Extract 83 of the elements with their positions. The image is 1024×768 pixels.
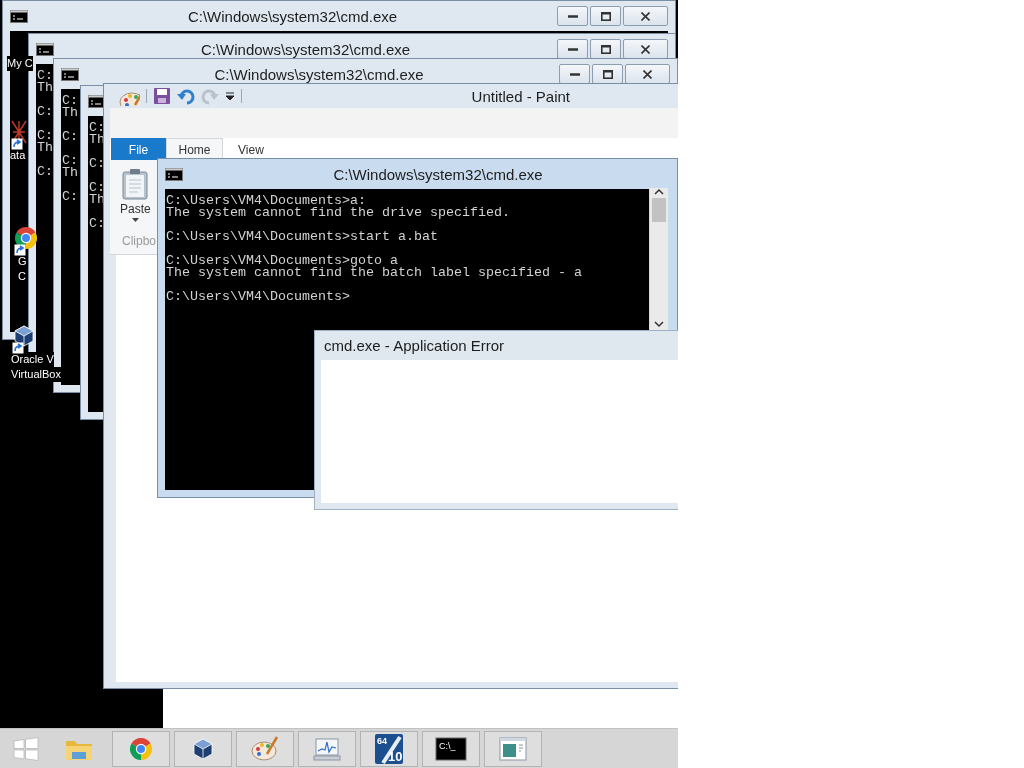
console-line: Th	[62, 107, 78, 119]
window-title: Untitled - Paint	[471, 87, 571, 105]
console-icon	[36, 42, 54, 56]
console-line: C:	[62, 131, 78, 143]
window-title: C:\Windows\system32\cmd.exe	[187, 7, 398, 25]
taskbar-button[interactable]	[174, 730, 232, 767]
icon-label[interactable]: My C	[7, 56, 33, 71]
maximize-icon	[602, 69, 613, 79]
console-line: C:\Users\VM4\Documents>a:	[166, 195, 366, 207]
console-line: C:	[89, 122, 105, 134]
taskbar-button[interactable]: C:\_	[422, 730, 480, 767]
console-line: C:	[89, 218, 105, 230]
ribbon-tab[interactable]: Home	[166, 138, 223, 160]
minimize-button[interactable]	[557, 39, 588, 59]
console-icon	[165, 167, 183, 181]
window-title: C:\Windows\system32\cmd.exe	[333, 165, 543, 183]
console-line: The system cannot find the drive specified.	[166, 207, 510, 219]
close-icon	[643, 69, 652, 79]
console-line: The system cannot find the batch label specified - a	[166, 267, 582, 279]
icon-text: 10	[388, 748, 403, 764]
console-line: C:	[62, 95, 78, 107]
minimize-icon	[567, 14, 578, 18]
maximize-icon	[600, 44, 611, 54]
icon-text: C:\_	[439, 740, 456, 751]
close-button[interactable]	[625, 64, 670, 84]
cube-icon	[191, 736, 215, 761]
palette-icon	[250, 734, 280, 763]
scrollbar[interactable]	[650, 188, 668, 330]
icon-text: 64	[377, 735, 387, 746]
scroll-down-icon[interactable]	[654, 320, 664, 328]
paste-button[interactable]: Paste	[118, 160, 153, 223]
browser-icon	[129, 736, 153, 761]
scroll-up-icon[interactable]	[654, 188, 664, 196]
console-line: C:	[37, 106, 53, 118]
group-label: Clipbo	[121, 234, 157, 248]
console-line: C:\Users\VM4\Documents>	[166, 291, 350, 303]
console-icon	[61, 67, 79, 81]
console-line: C:	[89, 158, 105, 170]
dropdown-icon[interactable]	[225, 90, 235, 102]
undo-icon[interactable]	[177, 87, 195, 105]
console-icon	[10, 9, 28, 23]
window-icon	[498, 735, 528, 762]
console-icon	[88, 94, 106, 108]
minimize-icon	[569, 72, 580, 76]
maximize-button[interactable]	[590, 6, 621, 26]
console-line: C:	[37, 166, 53, 178]
close-icon	[641, 11, 650, 21]
dialog-title: cmd.exe - Application Error	[324, 337, 505, 354]
start-icon	[13, 736, 39, 761]
console-line: C:	[37, 70, 53, 82]
maximize-icon	[600, 11, 611, 21]
console-line: C:	[62, 155, 78, 167]
taskbar-button[interactable]: 64 10	[360, 730, 418, 767]
window-title: C:\Windows\system32\cmd.exe	[214, 65, 424, 83]
file-menu-button[interactable]: File	[111, 138, 166, 160]
scrollbar-thumb[interactable]	[652, 198, 666, 222]
maximize-button[interactable]	[592, 64, 623, 84]
close-icon	[641, 44, 650, 54]
console-line: C:	[37, 130, 53, 142]
console-line: Th	[62, 167, 78, 179]
cube-icon	[12, 324, 36, 348]
minimize-button[interactable]	[557, 6, 588, 26]
close-button[interactable]	[623, 6, 668, 26]
minimize-icon	[567, 47, 578, 51]
clipboard-icon	[121, 168, 150, 200]
maximize-button[interactable]	[590, 39, 621, 59]
console-line: C:	[62, 191, 78, 203]
window-title: C:\Windows\system32\cmd.exe	[200, 40, 411, 58]
taskbar-button[interactable]	[484, 730, 542, 767]
caret-icon	[131, 218, 139, 223]
ribbon-tab[interactable]: View	[223, 138, 279, 160]
console-line: C:	[89, 182, 105, 194]
browser-icon	[14, 226, 38, 250]
icon-label[interactable]: VirtualBox	[11, 367, 61, 382]
console-line: Th	[37, 82, 53, 94]
console-line: C:\Users\VM4\Documents>goto a	[166, 255, 398, 267]
icon-label[interactable]: Oracle V	[11, 352, 54, 367]
minimize-button[interactable]	[559, 64, 590, 84]
console-line: Th	[37, 142, 53, 154]
close-button[interactable]	[623, 39, 668, 59]
save-icon[interactable]	[153, 87, 171, 105]
console-line: C:\Users\VM4\Documents>start a.bat	[166, 231, 438, 243]
cross-icon	[11, 120, 27, 144]
